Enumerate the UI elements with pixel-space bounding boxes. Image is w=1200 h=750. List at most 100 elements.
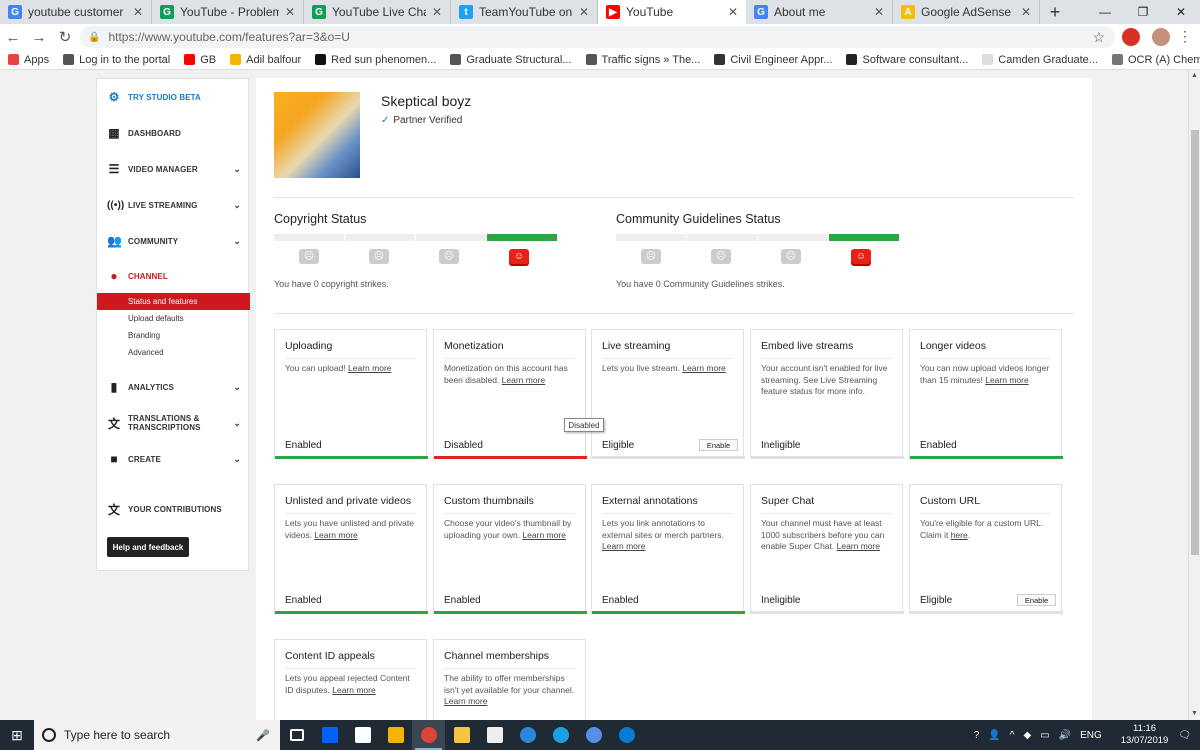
keyboard-language[interactable]: ENG <box>1080 730 1102 741</box>
bookmark-item[interactable]: Civil Engineer Appr... <box>714 54 832 66</box>
sidebar-item-dashboard[interactable]: ▦ DASHBOARD <box>107 123 241 143</box>
feature-status-bar <box>751 611 904 614</box>
close-window-button[interactable]: ✕ <box>1162 0 1200 24</box>
close-icon[interactable]: ✕ <box>579 5 589 19</box>
volume-icon[interactable]: 🔊 <box>1059 730 1071 741</box>
sidebar-item-your-contributions[interactable]: 文 YOUR CONTRIBUTIONS <box>107 499 241 519</box>
document-icon[interactable] <box>478 720 511 750</box>
browser-tab[interactable]: G About me ✕ <box>746 0 893 24</box>
edge-icon[interactable] <box>511 720 544 750</box>
sidebar-item-live-streaming[interactable]: ((•)) LIVE STREAMING ⌄ <box>107 195 241 215</box>
sidebar-item-video-manager[interactable]: ☰ VIDEO MANAGER ⌄ <box>107 159 241 179</box>
try-studio-beta-link[interactable]: ⚙ TRY STUDIO BETA <box>107 87 241 107</box>
browser-icon[interactable] <box>577 720 610 750</box>
sidebar-subitem-status-and-features[interactable]: Status and features <box>97 293 250 310</box>
notification-icon[interactable]: 🗨 <box>1178 730 1191 741</box>
learn-more-link[interactable]: here <box>951 530 968 540</box>
microphone-icon[interactable]: 🎤 <box>256 729 270 742</box>
internet-explorer-icon[interactable] <box>544 720 577 750</box>
task-view-icon[interactable] <box>280 720 313 750</box>
extension-icon[interactable] <box>1122 28 1140 46</box>
sidebar-subitem-advanced[interactable]: Advanced <box>97 344 250 361</box>
sidebar-item-analytics[interactable]: ▮ ANALYTICS ⌄ <box>107 377 241 397</box>
learn-more-link[interactable]: Learn more <box>444 696 487 706</box>
close-icon[interactable]: ✕ <box>728 5 738 19</box>
browser-tab[interactable]: G YouTube Live Chat | Custo ✕ <box>304 0 451 24</box>
enable-button[interactable]: Enable <box>699 439 738 451</box>
learn-more-link[interactable]: Learn more <box>348 363 391 373</box>
restore-button[interactable]: ❐ <box>1124 0 1162 24</box>
close-icon[interactable]: ✕ <box>874 5 884 19</box>
store-icon[interactable] <box>379 720 412 750</box>
taskbar-clock[interactable]: 11:16 13/07/2019 <box>1121 723 1169 747</box>
edge-icon[interactable] <box>610 720 643 750</box>
reload-icon[interactable]: ↻ <box>52 28 78 46</box>
address-bar[interactable]: 🔒 https://www.youtube.com/features?ar=3&… <box>80 26 1115 48</box>
bookmark-item[interactable]: Traffic signs » The... <box>585 53 701 66</box>
learn-more-link[interactable]: Learn more <box>502 375 545 385</box>
bookmark-item[interactable]: Software consultant... <box>846 54 968 66</box>
taskbar-search-box[interactable]: Type here to search 🎤 <box>34 720 280 750</box>
bookmark-item[interactable]: OCR (A) Chemistry... <box>1111 54 1200 66</box>
sidebar-item-create[interactable]: ■ CREATE ⌄ <box>107 449 241 469</box>
bookmark-item[interactable]: Adil balfour <box>230 54 301 66</box>
close-icon[interactable]: ✕ <box>133 5 143 19</box>
learn-more-link[interactable]: Learn more <box>682 363 725 373</box>
close-icon[interactable]: ✕ <box>1021 5 1031 19</box>
page-scrollbar[interactable]: ▲ ▼ <box>1188 70 1200 720</box>
chevron-up-icon[interactable]: ^ <box>1010 730 1015 741</box>
scroll-down-icon[interactable]: ▼ <box>1191 710 1198 717</box>
sidebar-item-channel[interactable]: ● CHANNEL <box>107 266 241 286</box>
browser-tab[interactable]: A Google AdSense ✕ <box>893 0 1040 24</box>
bookmark-item[interactable]: Camden Graduate... <box>982 54 1098 66</box>
dropbox-tray-icon[interactable]: ◆ <box>1023 730 1031 741</box>
learn-more-link[interactable]: Learn more <box>522 530 565 540</box>
scroll-up-icon[interactable]: ▲ <box>1191 72 1198 79</box>
sidebar-subitem-branding[interactable]: Branding <box>97 327 250 344</box>
bookmark-item[interactable]: GB <box>184 54 216 66</box>
browser-tab[interactable]: Gyoutube customer service ✕ <box>0 0 152 24</box>
enable-button[interactable]: Enable <box>1017 594 1056 606</box>
feature-status-bar <box>751 456 904 459</box>
bookmark-item[interactable]: Red sun phenomen... <box>315 54 436 66</box>
learn-more-link[interactable]: Learn more <box>314 530 357 540</box>
dropbox-icon[interactable] <box>313 720 346 750</box>
bookmark-item[interactable]: Log in to the portal <box>63 54 170 66</box>
close-icon[interactable]: ✕ <box>285 5 295 19</box>
analytics-icon: ▮ <box>110 380 118 394</box>
profile-avatar[interactable] <box>1152 28 1170 46</box>
forward-icon[interactable]: → <box>26 29 52 46</box>
network-icon[interactable]: ▭ <box>1040 730 1049 741</box>
browser-tab[interactable]: G YouTube - Problem With a ✕ <box>152 0 304 24</box>
chrome-icon[interactable] <box>412 720 445 750</box>
learn-more-link[interactable]: Learn more <box>602 541 645 551</box>
menu-icon[interactable]: ⋮ <box>1176 28 1194 46</box>
browser-tab[interactable]: ▶ YouTube ✕ <box>598 0 746 24</box>
bookmark-item[interactable]: Apps <box>8 54 49 66</box>
sidebar-item-translations[interactable]: 文 TRANSLATIONS & TRANSCRIPTIONS ⌄ <box>107 412 241 434</box>
windows-start-icon[interactable]: ⊞ <box>0 720 34 750</box>
bookmark-label: Traffic signs » The... <box>601 53 701 66</box>
close-icon[interactable]: ✕ <box>432 5 442 19</box>
sidebar-subitem-upload-defaults[interactable]: Upload defaults <box>97 310 250 327</box>
bookmark-icon <box>982 54 994 65</box>
file-explorer-icon[interactable] <box>445 720 478 750</box>
bookmark-star-icon[interactable]: ☆ <box>1092 29 1105 46</box>
bookmark-item[interactable]: Graduate Structural... <box>450 54 572 66</box>
learn-more-link[interactable]: Learn more <box>332 685 375 695</box>
help-icon[interactable]: ? <box>974 730 980 741</box>
help-and-feedback-button[interactable]: Help and feedback <box>107 537 189 557</box>
sidebar-item-community[interactable]: 👥 COMMUNITY ⌄ <box>107 231 241 251</box>
learn-more-link[interactable]: Learn more <box>985 375 1028 385</box>
page-content: ⚙ TRY STUDIO BETA ▦ DASHBOARD ☰ VIDEO MA… <box>0 70 1188 720</box>
learn-more-link[interactable]: Learn more <box>837 541 880 551</box>
scrollbar-thumb[interactable] <box>1191 130 1199 555</box>
minimize-button[interactable]: — <box>1086 0 1124 24</box>
feature-description: You can now upload videos longer than 15… <box>920 363 1050 385</box>
amazon-icon[interactable] <box>346 720 379 750</box>
tab-title: YouTube - Problem With a <box>180 5 279 19</box>
new-tab-button[interactable]: + <box>1040 0 1070 24</box>
people-icon[interactable]: 👤 <box>988 730 1000 741</box>
browser-tab[interactable]: t TeamYouTube on Twitter ✕ <box>451 0 598 24</box>
back-icon[interactable]: ← <box>0 29 26 46</box>
